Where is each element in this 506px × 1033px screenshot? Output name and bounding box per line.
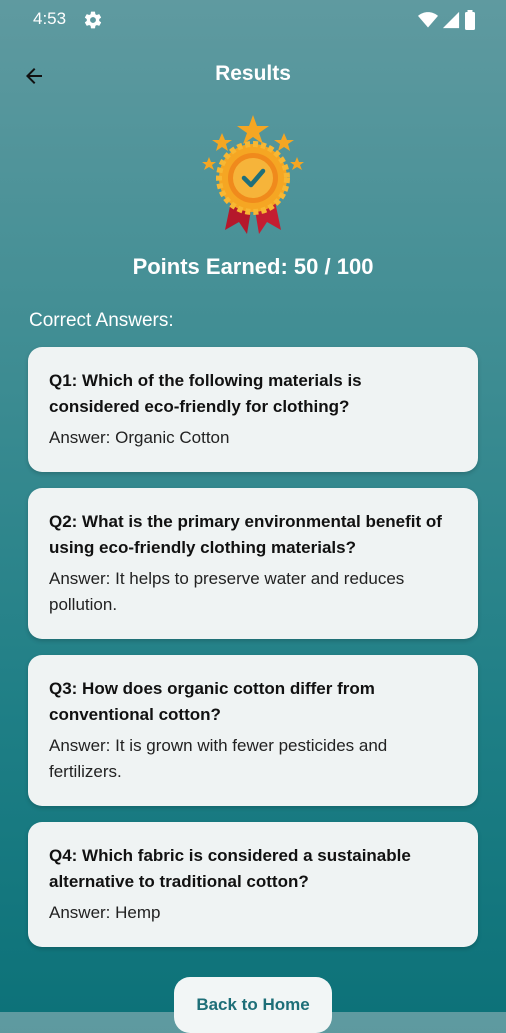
points-earned: Points Earned: 50 / 100 <box>132 254 374 279</box>
battery-icon <box>465 10 475 30</box>
answer-card: Q4: Which fabric is considered a sustain… <box>28 822 478 947</box>
status-time: 4:53 <box>33 9 67 28</box>
answer-list: Q1: Which of the following materials is … <box>28 347 478 963</box>
question-text: Q3: How does organic cotton differ from … <box>49 679 375 724</box>
award-medal-icon <box>202 115 304 234</box>
back-to-home-button[interactable]: Back to Home <box>174 977 332 1033</box>
answer-card: Q2: What is the primary environmental be… <box>28 488 478 639</box>
status-indicators <box>418 10 476 30</box>
answer-text: Answer: Organic Cotton <box>49 428 230 447</box>
question-text: Q4: Which fabric is considered a sustain… <box>49 846 411 891</box>
answer-card: Q1: Which of the following materials is … <box>28 347 478 472</box>
signal-icon <box>442 11 460 29</box>
answer-text: Answer: Hemp <box>49 903 161 922</box>
answer-text: Answer: It helps to preserve water and r… <box>49 569 405 614</box>
gear-icon <box>84 11 102 29</box>
question-text: Q2: What is the primary environmental be… <box>49 512 442 557</box>
app-bar: Results <box>0 50 506 100</box>
answer-card: Q3: How does organic cotton differ from … <box>28 655 478 806</box>
wifi-icon <box>418 12 438 28</box>
question-text: Q1: Which of the following materials is … <box>49 371 362 416</box>
page-title: Results <box>215 62 291 85</box>
status-bar: 4:53 <box>0 0 506 40</box>
correct-answers-heading: Correct Answers: <box>29 310 174 331</box>
answer-text: Answer: It is grown with fewer pesticide… <box>49 736 388 781</box>
